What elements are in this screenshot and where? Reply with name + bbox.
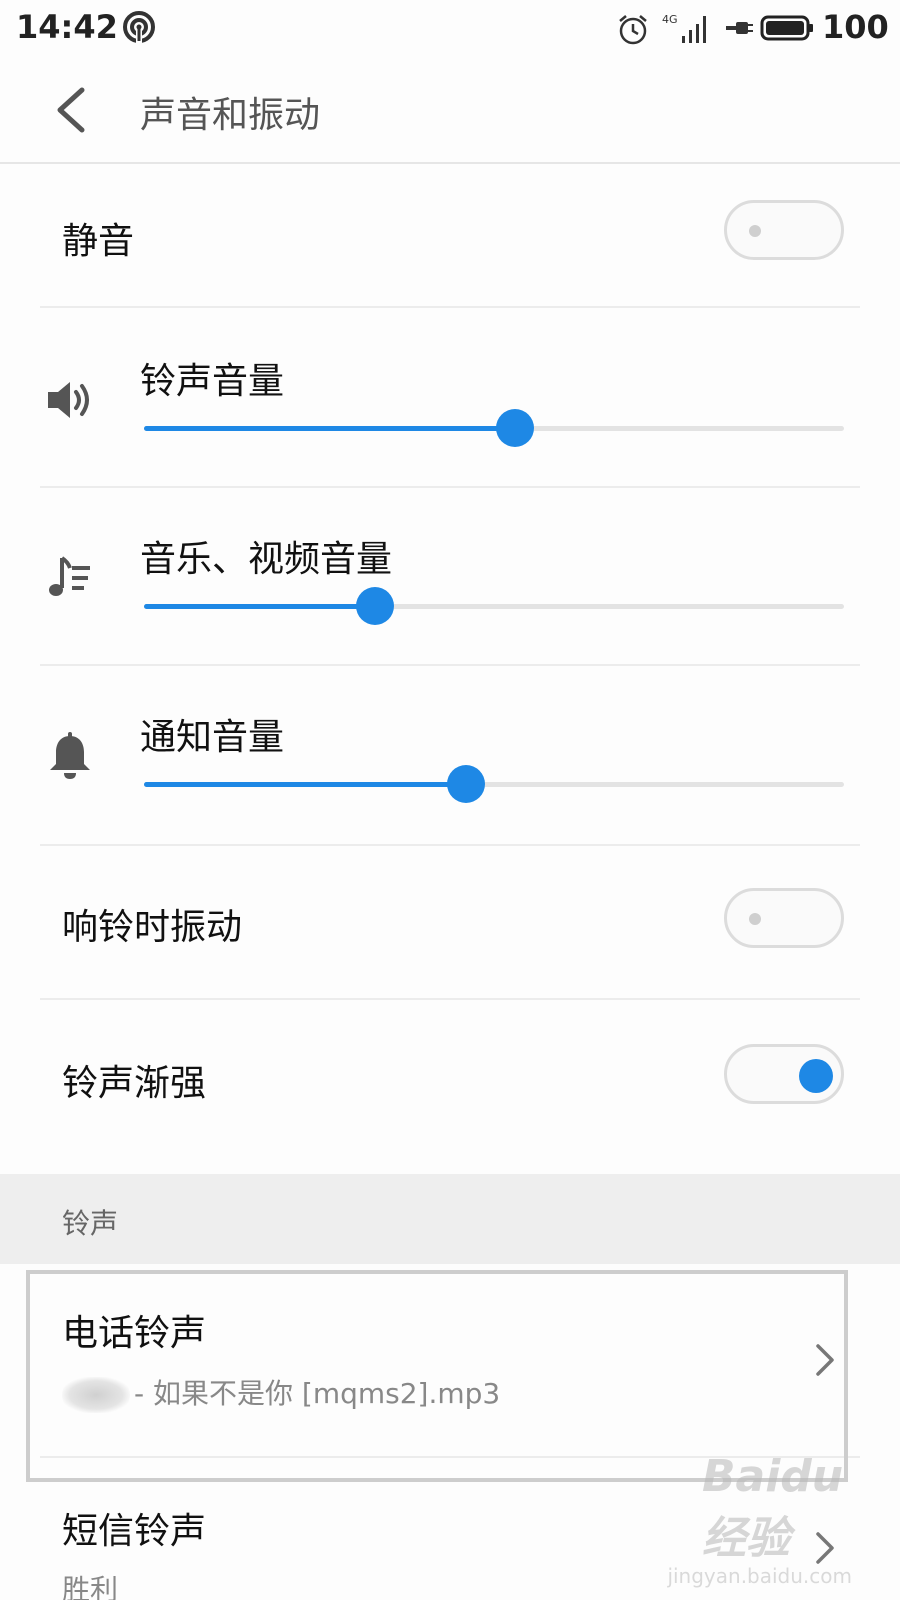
media-volume-row: 音乐、视频音量 [40, 488, 860, 666]
battery-level: 100 [822, 8, 889, 46]
ring-volume-slider[interactable] [144, 408, 844, 448]
mute-row: 静音 [40, 166, 860, 308]
slider-fill [144, 782, 466, 787]
watermark-url: jingyan.baidu.com [667, 1564, 852, 1588]
chevron-right-icon [816, 1344, 834, 1376]
speaker-icon [48, 382, 89, 418]
media-volume-slider[interactable] [144, 586, 844, 626]
ascending-ringtone-label: 铃声渐强 [62, 1063, 207, 1104]
phone-ringtone-subtitle-wrap: - 如果不是你 [mqms2].mp3 [62, 1372, 500, 1413]
back-button[interactable] [46, 82, 96, 138]
charging-icon [726, 22, 753, 34]
status-time: 14:42 [16, 8, 118, 46]
section-label: 铃声 [62, 1207, 119, 1240]
media-volume-label: 音乐、视频音量 [140, 539, 393, 580]
app-header: 声音和振动 [0, 56, 900, 164]
baidu-watermark: Baidu经验 jingyan.baidu.com [667, 1451, 882, 1596]
mute-label: 静音 [62, 221, 135, 262]
sms-ringtone-title: 短信铃声 [62, 1511, 207, 1552]
page-title: 声音和振动 [140, 95, 321, 136]
slider-thumb[interactable] [447, 765, 485, 803]
slider-fill [144, 426, 515, 431]
ring-volume-label: 铃声音量 [140, 361, 285, 402]
ring-volume-row: 铃声音量 [40, 308, 860, 488]
slider-thumb[interactable] [356, 587, 394, 625]
network-type-label: 4G [662, 13, 678, 26]
bell-icon [50, 732, 90, 779]
music-note-icon [49, 556, 90, 596]
notification-volume-slider[interactable] [144, 764, 844, 804]
ringtone-section-header: 铃声 [0, 1174, 900, 1264]
status-bar: 14:42 4G 100 [0, 0, 900, 56]
phone-ringtone-subtitle: - 如果不是你 [mqms2].mp3 [134, 1377, 501, 1410]
alarm-icon [619, 15, 647, 45]
notification-volume-row: 通知音量 [40, 666, 860, 846]
signal-icon: 4G [662, 13, 706, 43]
ascending-ringtone-row: 铃声渐强 [40, 1000, 860, 1174]
vibrate-on-ring-label: 响铃时振动 [62, 907, 243, 948]
toggle-knob [749, 225, 761, 237]
slider-thumb[interactable] [496, 409, 534, 447]
toggle-knob [799, 1059, 833, 1093]
notification-volume-label: 通知音量 [140, 717, 285, 758]
sms-ringtone-subtitle: 胜利 [62, 1573, 119, 1600]
mute-toggle[interactable] [724, 200, 844, 260]
toggle-knob [749, 913, 761, 925]
phone-ringtone-title: 电话铃声 [62, 1313, 207, 1354]
watermark-brand: Baidu经验 [702, 1451, 844, 1564]
slider-fill [144, 604, 375, 609]
vibrate-on-ring-toggle[interactable] [724, 888, 844, 948]
ascending-ringtone-toggle[interactable] [724, 1044, 844, 1104]
battery-icon [760, 15, 813, 41]
vibrate-on-ring-row: 响铃时振动 [40, 846, 860, 1000]
blurred-artist [62, 1377, 130, 1413]
phone-ringtone-item[interactable]: 电话铃声 - 如果不是你 [mqms2].mp3 [40, 1264, 860, 1458]
hotspot-icon [123, 11, 155, 44]
